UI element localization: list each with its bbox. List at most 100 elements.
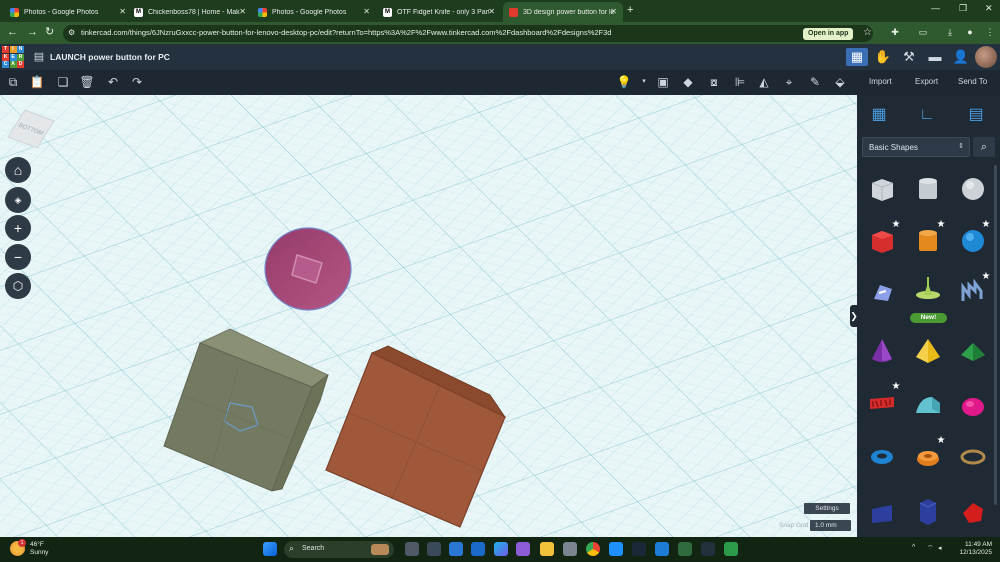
sidebar-icon[interactable]: ▭ xyxy=(918,27,928,37)
build-tools-icon[interactable]: ⚒ xyxy=(898,48,920,66)
fit-view-icon[interactable]: ◈ xyxy=(5,187,31,213)
ring-shape[interactable] xyxy=(957,441,989,473)
wedge-shape[interactable] xyxy=(866,497,898,529)
add-user-icon[interactable]: 👤 xyxy=(950,48,972,66)
paste-icon[interactable]: 📋 xyxy=(29,74,45,90)
new-shape-generator[interactable] xyxy=(912,275,944,307)
sheets-app-icon[interactable] xyxy=(724,542,738,556)
mirror-icon[interactable]: ◭ xyxy=(756,74,772,90)
pyramid-shape[interactable] xyxy=(912,335,944,367)
close-tab-icon[interactable]: ✕ xyxy=(610,7,617,16)
sphere-hole-shape[interactable] xyxy=(957,173,989,205)
half-cylinder-shape[interactable] xyxy=(912,389,944,421)
browser-tab-1[interactable]: Photos - Google Photos ✕ xyxy=(4,2,132,22)
store-icon[interactable] xyxy=(471,542,485,556)
notes-tab-icon[interactable]: ▤ xyxy=(964,103,988,127)
close-tab-icon[interactable]: ✕ xyxy=(119,7,126,16)
snap-grid-select[interactable]: 1.0 mm xyxy=(810,520,851,531)
half-sphere-shape[interactable] xyxy=(957,389,989,421)
redo-icon[interactable]: ↷ xyxy=(129,74,145,90)
avatar[interactable] xyxy=(975,46,997,68)
game-app-icon[interactable] xyxy=(678,542,692,556)
settings-button[interactable]: Settings xyxy=(804,503,850,514)
address-bar[interactable]: ⚙ tinkercad.com/things/6JNzruGxxcc-power… xyxy=(63,25,873,42)
browser-tab-5-active[interactable]: 3D design power button for lenovo ✕ xyxy=(503,2,623,22)
search-icon[interactable]: ⌕ xyxy=(973,137,995,157)
3d-view-grid-icon[interactable]: ▦ xyxy=(846,48,868,66)
tinkercad-logo[interactable]: T I N K E R C A D xyxy=(2,46,24,68)
browser-tab-3[interactable]: Photos - Google Photos ✕ xyxy=(252,2,376,22)
volume-icon[interactable]: ◂ xyxy=(938,544,942,552)
align-icon[interactable]: ⊫ xyxy=(732,74,748,90)
browser-tab-2[interactable]: M Chickenboss78 | Home - Maker ✕ xyxy=(128,2,252,22)
ungroup-icon[interactable]: ⧇ xyxy=(706,74,722,90)
copilot-icon[interactable] xyxy=(494,542,508,556)
reload-icon[interactable]: ↻ xyxy=(45,26,54,38)
workplane-tab-icon[interactable]: ▦ xyxy=(867,103,891,127)
copy-icon[interactable]: ⧉ xyxy=(5,74,21,90)
close-tab-icon[interactable]: ✕ xyxy=(488,7,495,16)
workplane-canvas[interactable] xyxy=(0,95,857,537)
export-button[interactable]: Export xyxy=(915,77,938,86)
new-tab-icon[interactable]: + xyxy=(627,4,633,16)
polyhedron-shape[interactable] xyxy=(957,497,989,529)
roof-shape[interactable] xyxy=(957,335,989,367)
hexagonal-prism-shape[interactable] xyxy=(912,495,944,527)
system-clock[interactable]: 11:49 AM 12/13/2025 xyxy=(952,541,992,557)
undo-icon[interactable]: ↶ xyxy=(105,74,121,90)
zoom-in-icon[interactable]: + xyxy=(5,215,31,241)
group-icon[interactable]: ◆ xyxy=(680,74,696,90)
workplane-icon[interactable]: ⬙ xyxy=(832,74,848,90)
task-view-icon[interactable] xyxy=(405,542,419,556)
restore-icon[interactable]: ❐ xyxy=(959,3,967,14)
extensions-icon[interactable]: ✚ xyxy=(890,27,900,37)
perspective-icon[interactable]: ⬡ xyxy=(5,273,31,299)
wifi-icon[interactable]: ⌔ xyxy=(927,544,934,553)
ruler-tab-icon[interactable]: ∟ xyxy=(915,103,939,127)
box-hole-shape[interactable] xyxy=(866,173,898,205)
start-icon[interactable] xyxy=(263,542,277,556)
close-tab-icon[interactable]: ✕ xyxy=(363,7,370,16)
download-icon[interactable]: ⤓ xyxy=(945,27,955,37)
shape-library-select[interactable]: Basic Shapes ⇕ xyxy=(862,137,970,157)
file-explorer-icon[interactable] xyxy=(540,542,554,556)
zoom-out-icon[interactable]: − xyxy=(5,244,31,270)
light-bulb-icon[interactable]: 💡 xyxy=(616,74,632,90)
terminal-icon[interactable] xyxy=(701,542,715,556)
design-menu-icon[interactable]: ▤ xyxy=(28,48,50,66)
cylinder-hole-shape[interactable] xyxy=(912,173,944,205)
vscode-icon[interactable] xyxy=(655,542,669,556)
learn-icon[interactable]: ▬ xyxy=(924,48,946,66)
ruler-icon[interactable]: ✎ xyxy=(807,74,823,90)
steam-icon[interactable] xyxy=(632,542,646,556)
chrome-icon[interactable] xyxy=(586,542,600,556)
send-to-button[interactable]: Send To xyxy=(958,77,987,86)
sim-lab-icon[interactable]: ✋ xyxy=(872,48,894,66)
profile-icon[interactable]: ● xyxy=(965,27,975,37)
url-text[interactable]: tinkercad.com/things/6JNzruGxxcc-power-b… xyxy=(81,28,611,37)
scribble-shape[interactable] xyxy=(866,277,898,309)
pink-cylinder-shape[interactable] xyxy=(264,227,352,311)
weather-widget[interactable]: 1 46°F Sunny xyxy=(10,539,48,556)
delete-icon[interactable]: 🗑 xyxy=(79,74,95,90)
torus-shape[interactable] xyxy=(866,441,898,473)
back-icon[interactable]: ← xyxy=(7,26,18,38)
notes-icon[interactable]: ▣ xyxy=(655,74,671,90)
photos-app-icon[interactable] xyxy=(516,542,530,556)
import-button[interactable]: Import xyxy=(869,77,892,86)
gallery-icon[interactable] xyxy=(609,542,623,556)
taskbar-search[interactable]: ⌕ Search xyxy=(284,541,394,558)
site-info-icon[interactable]: ⚙ xyxy=(68,28,75,37)
workplane[interactable]: BOTTOM ⌂ ◈ + − ⬡ Settings Snap Grid 1.0 … xyxy=(0,95,857,537)
duplicate-icon[interactable]: ❏ xyxy=(55,74,71,90)
close-tab-icon[interactable]: ✕ xyxy=(239,7,246,16)
home-view-icon[interactable]: ⌂ xyxy=(5,157,31,183)
outlook-icon[interactable] xyxy=(449,542,463,556)
settings-app-icon[interactable] xyxy=(563,542,577,556)
menu-icon[interactable]: ⋮ xyxy=(985,27,995,37)
cone-shape[interactable] xyxy=(866,335,898,367)
collapse-panel-icon[interactable]: ❯ xyxy=(850,305,858,327)
camera-app-icon[interactable] xyxy=(427,542,441,556)
panel-scrollbar[interactable] xyxy=(994,165,997,505)
design-title[interactable]: LAUNCH power button for PC xyxy=(50,52,170,62)
